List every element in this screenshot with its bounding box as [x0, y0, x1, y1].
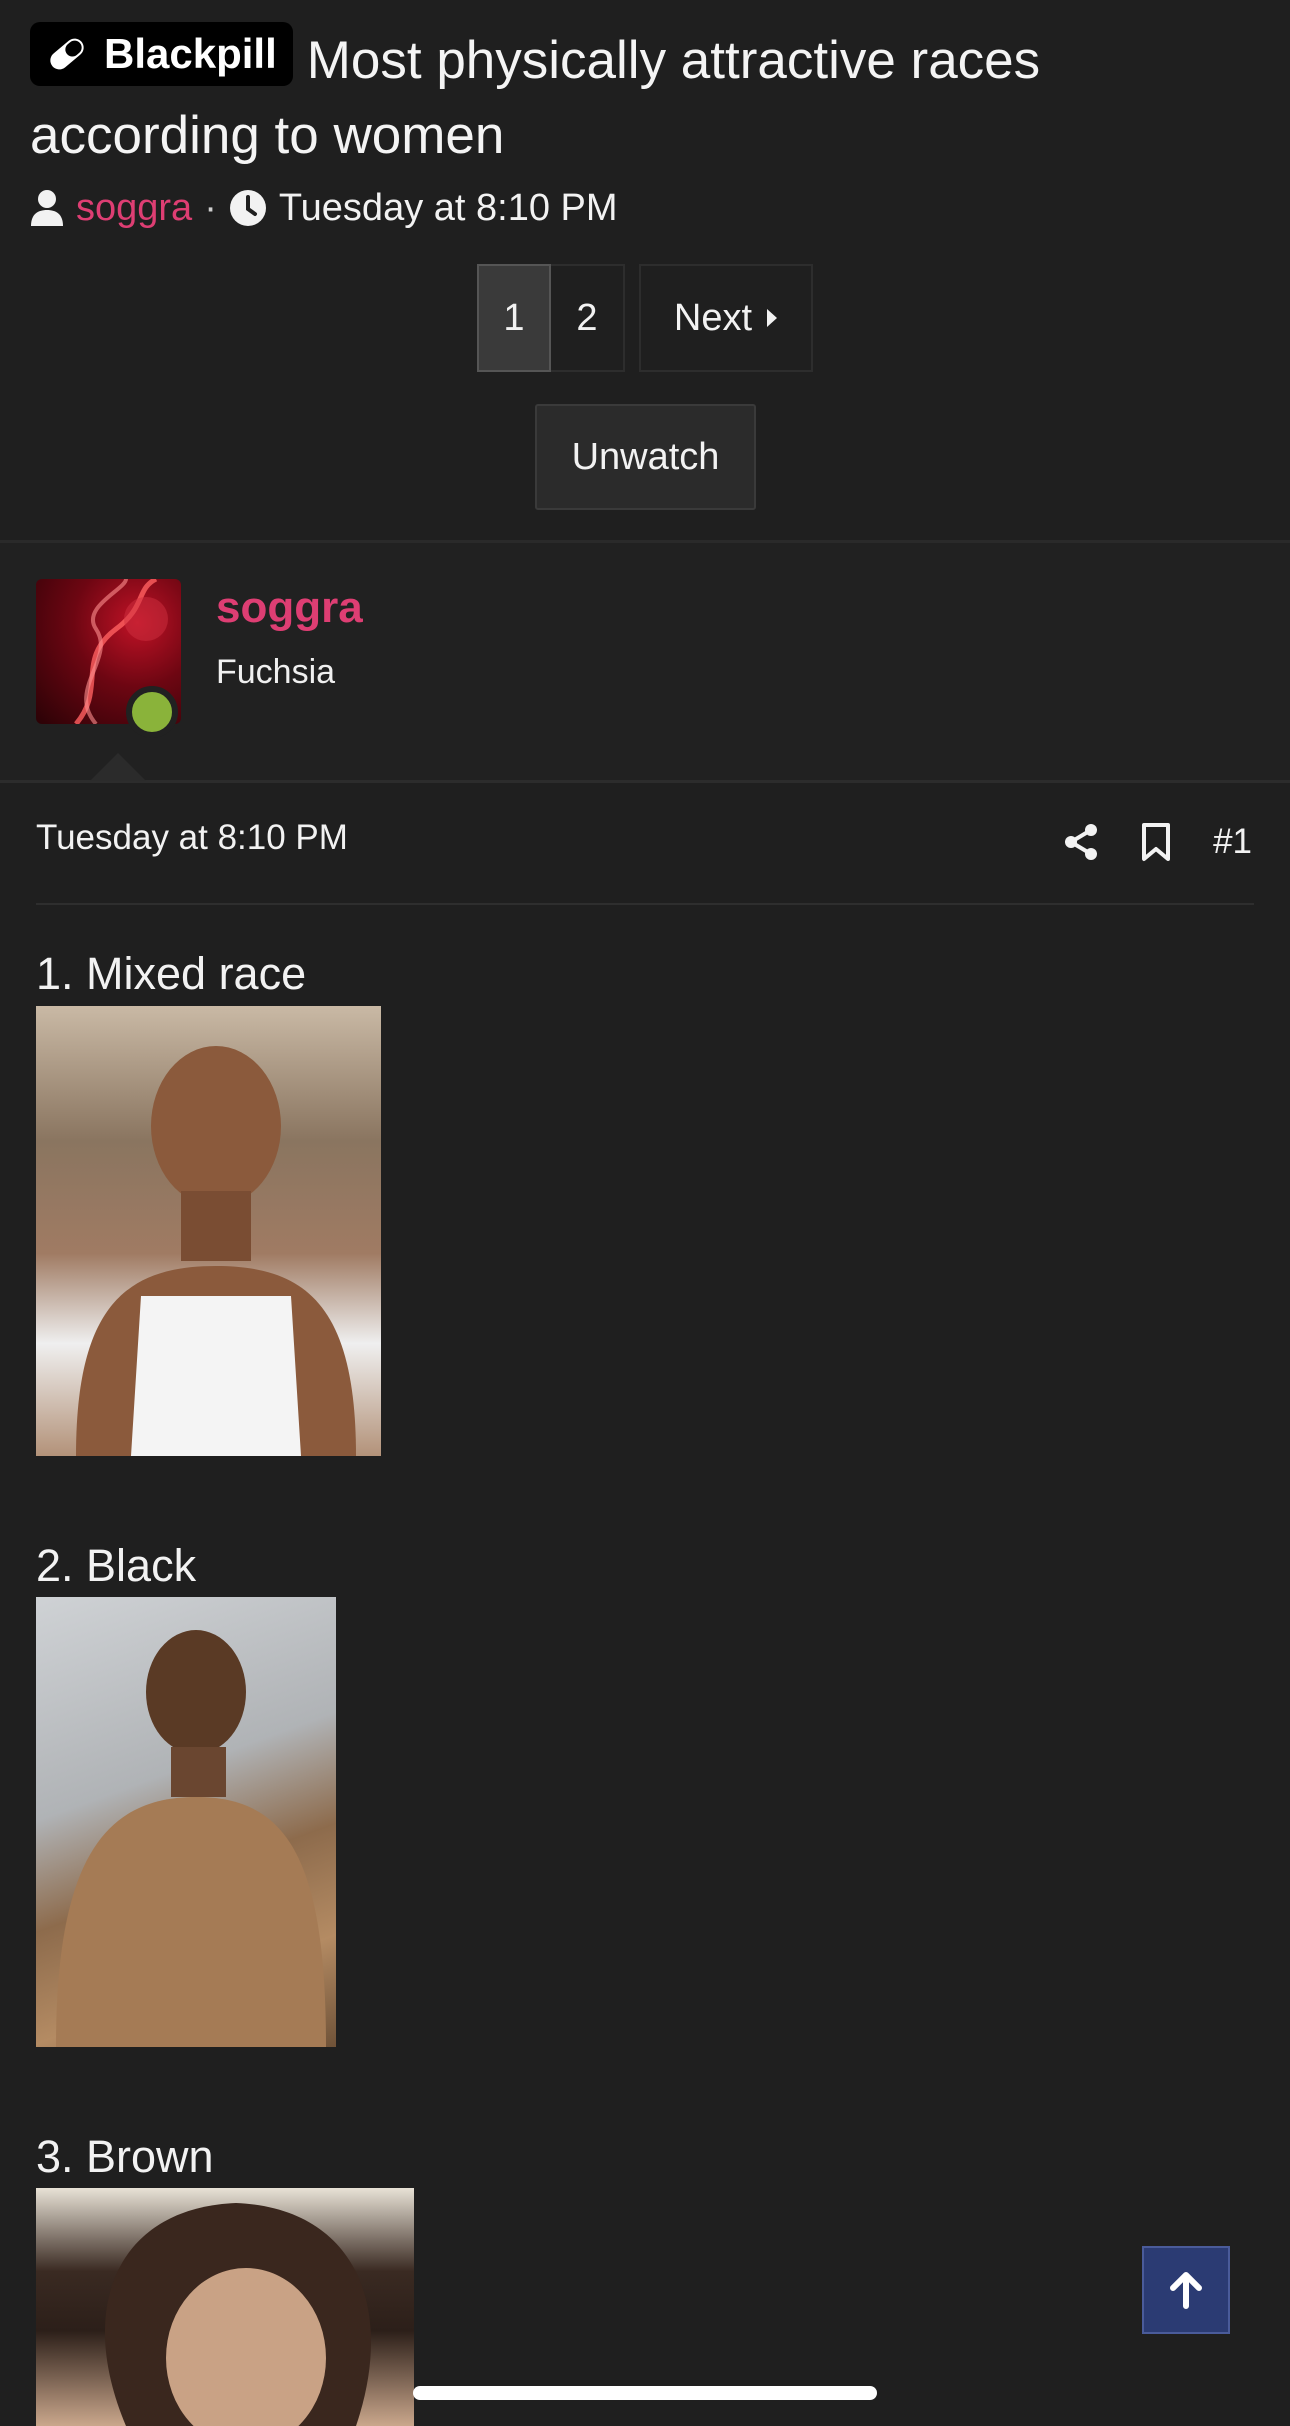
portrait-image — [56, 1630, 326, 2047]
entry-photo[interactable] — [36, 1597, 336, 2047]
home-indicator[interactable] — [413, 2386, 877, 2400]
bookmark-button[interactable] — [1141, 822, 1171, 862]
unwatch-button[interactable]: Unwatch — [535, 404, 756, 510]
thread-meta: soggra · Tuesday at 8:10 PM — [30, 180, 618, 236]
user-title: Fuchsia — [216, 653, 336, 691]
divider — [36, 903, 1254, 905]
post-user-block: soggra Fuchsia — [0, 543, 1290, 783]
post-username-link[interactable]: soggra — [216, 583, 363, 633]
unwatch-label: Unwatch — [571, 435, 720, 478]
entry-label: 3. Brown — [36, 2131, 214, 2182]
next-page-label: Next — [673, 296, 753, 339]
post-date-link[interactable]: Tuesday at 8:10 PM — [36, 818, 348, 858]
thread-title: Blackpill Most physically attractive rac… — [30, 22, 1230, 173]
arrow-up-icon — [1170, 2272, 1202, 2309]
thread-page: Blackpill Most physically attractive rac… — [0, 0, 1290, 2426]
caret-right-icon — [767, 309, 778, 327]
entry-label: 2. Black — [36, 1540, 197, 1591]
divider — [0, 780, 1290, 783]
thread-posted-time[interactable]: Tuesday at 8:10 PM — [279, 187, 618, 230]
scroll-to-top-button[interactable] — [1142, 2246, 1230, 2334]
entry-photo[interactable] — [36, 1006, 381, 1456]
page-2-button[interactable]: 2 — [551, 264, 625, 372]
meta-separator: · — [204, 186, 217, 229]
page-2-label: 2 — [576, 296, 598, 339]
bookmark-icon — [1142, 823, 1171, 861]
entry-label: 1. Mixed race — [36, 948, 307, 999]
user-icon — [31, 190, 63, 226]
clock-icon — [229, 190, 266, 226]
page-1-button[interactable]: 1 — [477, 264, 551, 372]
page-1-label: 1 — [503, 296, 525, 339]
blackpill-icon — [50, 38, 84, 70]
share-button[interactable] — [1063, 823, 1099, 861]
post-actions: #1 — [1021, 814, 1252, 870]
online-status-indicator — [126, 686, 178, 738]
next-page-button[interactable]: Next — [639, 264, 813, 372]
user-block-pointer — [90, 753, 146, 781]
portrait-image — [104, 2203, 372, 2426]
thread-author-link[interactable]: soggra — [76, 187, 192, 230]
thread-prefix-label[interactable]: Blackpill — [30, 22, 293, 86]
share-icon — [1065, 824, 1098, 860]
entry-photo[interactable] — [36, 2188, 414, 2426]
post-number-link[interactable]: #1 — [1213, 822, 1252, 862]
pagination: 1 2 Next — [477, 264, 813, 372]
thread-prefix-text: Blackpill — [104, 30, 277, 77]
portrait-image — [76, 1046, 356, 1456]
